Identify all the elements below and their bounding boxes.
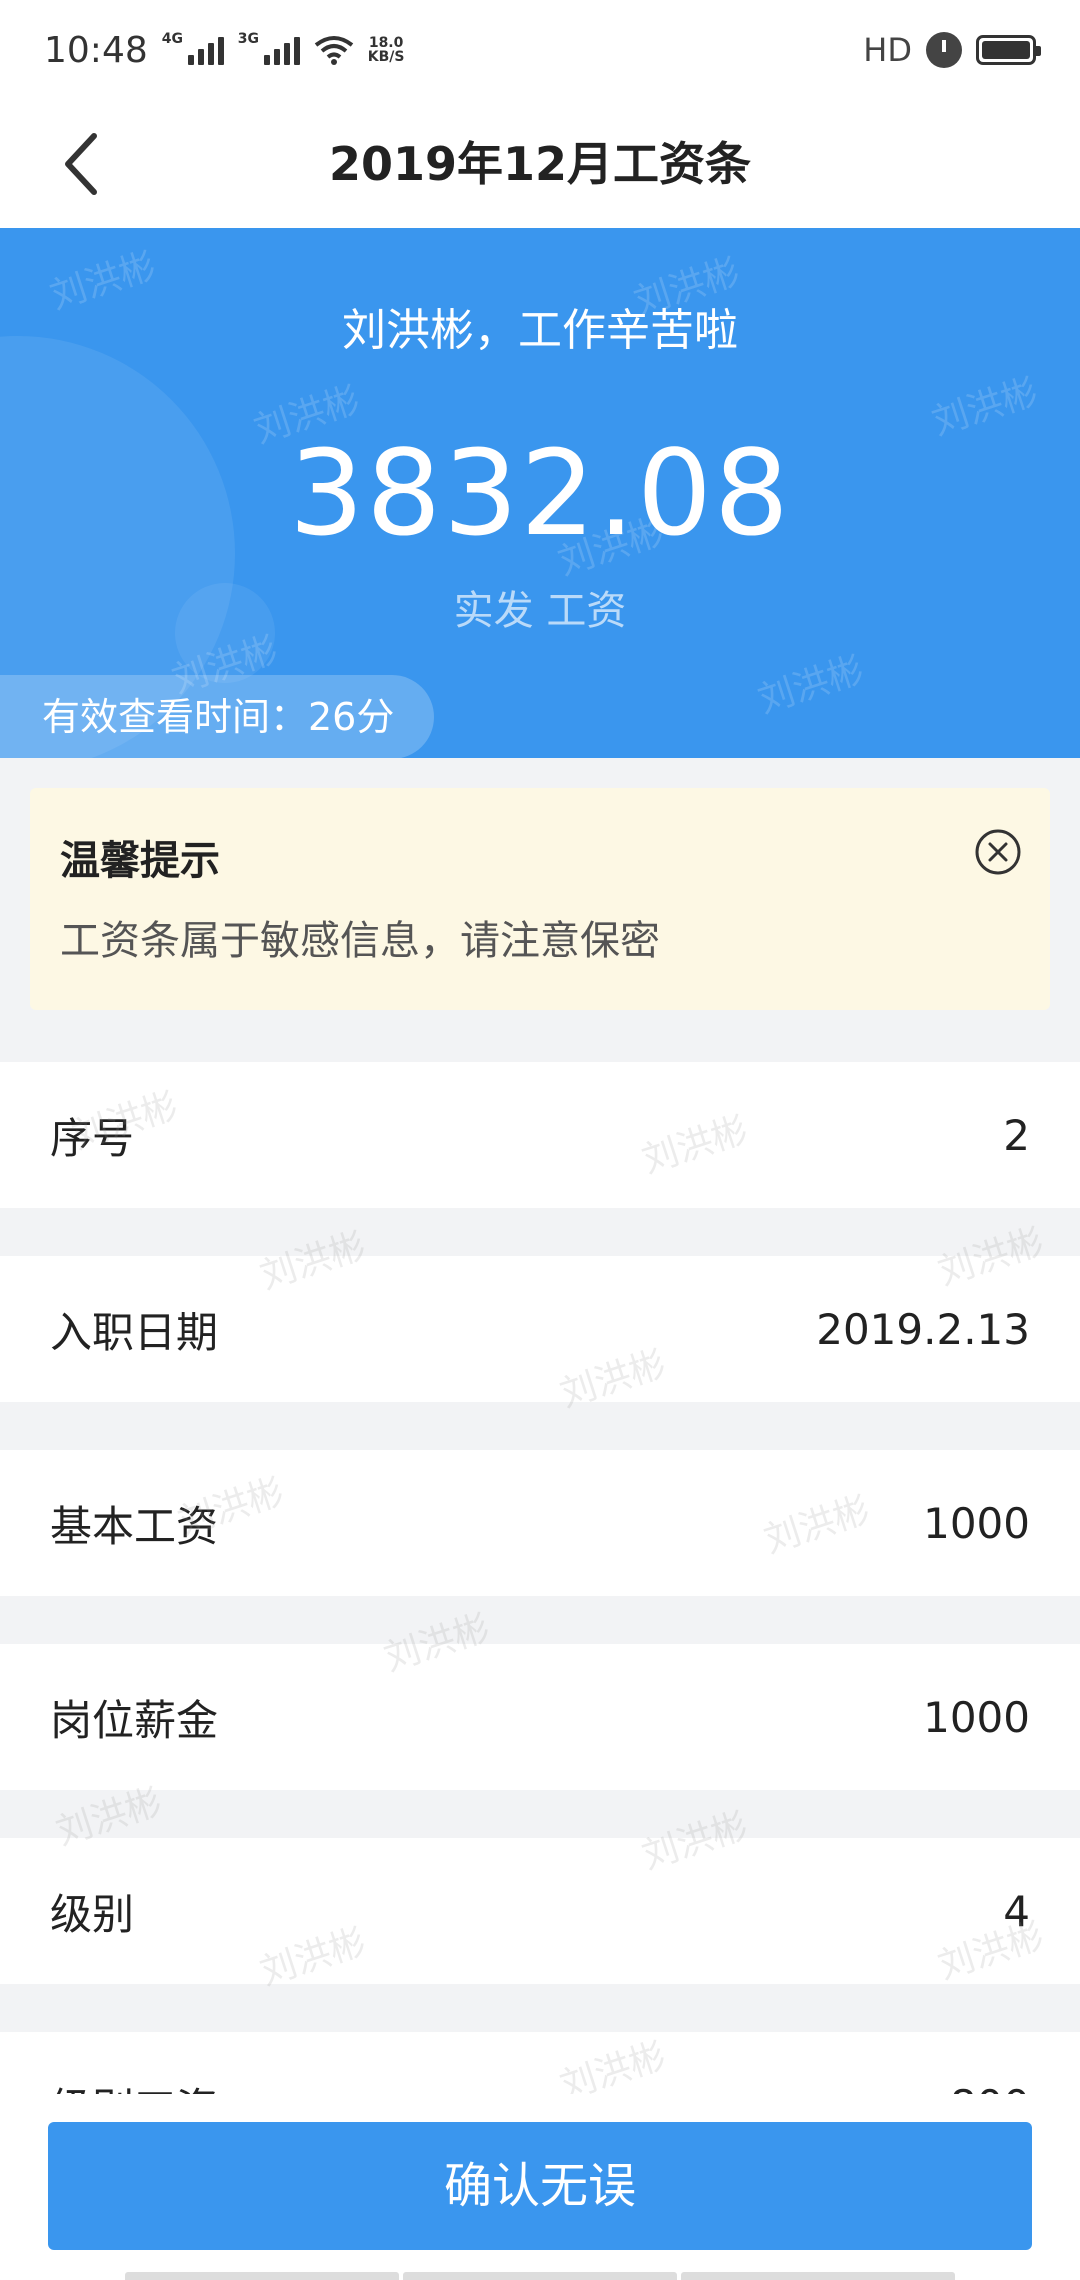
status-bar: 10:48 4G 3G 18.0 KB/S HD (0, 0, 1080, 100)
valid-time-badge: 有效查看时间：26分 (0, 675, 434, 758)
item-label: 级别 (50, 1889, 135, 1939)
chevron-left-icon (65, 133, 97, 195)
salary-slip-page: 10:48 4G 3G 18.0 KB/S HD 2019年12月工资条 刘洪彬… (0, 0, 1080, 2280)
hd-indicator: HD (863, 31, 912, 69)
net-salary-amount: 3832.08 (289, 424, 791, 562)
list-item: 入职日期 2019.2.13 (0, 1256, 1080, 1402)
network-type-2: 3G (237, 31, 259, 47)
wifi-icon (314, 36, 353, 65)
net-salary-label: 实发 工资 (453, 588, 627, 634)
list-item: 序号 2 (0, 1062, 1080, 1208)
confirm-button[interactable]: 确认无误 (48, 2122, 1032, 2250)
item-value: 2 (1003, 1110, 1030, 1160)
nav-bar: 2019年12月工资条 (0, 100, 1080, 228)
notice-card: 温馨提示 工资条属于敏感信息，请注意保密 (30, 788, 1050, 1010)
list-item: 基本工资 1000 (0, 1450, 1080, 1596)
network-type-1: 4G (161, 31, 183, 47)
watermark: 刘洪彬 (753, 649, 869, 722)
item-value: 1000 (923, 1692, 1030, 1742)
greeting-text: 刘洪彬，工作辛苦啦 (342, 305, 738, 356)
speed-unit: KB/S (367, 49, 405, 65)
back-button[interactable] (40, 124, 120, 204)
signal-icon: 4G (162, 31, 224, 65)
item-label: 岗位薪金 (50, 1695, 219, 1745)
page-title: 2019年12月工资条 (328, 137, 752, 191)
bottom-action-bar: 确认无误 (0, 2094, 1080, 2280)
close-circle-icon[interactable] (974, 828, 1022, 876)
salary-hero: 刘洪彬 刘洪彬 刘洪彬 刘洪彬 刘洪彬 刘洪彬 刘洪彬 刘洪彬，工作辛苦啦 38… (0, 228, 1080, 758)
alarm-icon (926, 32, 962, 68)
notice-title: 温馨提示 (60, 838, 220, 884)
item-label: 入职日期 (50, 1307, 219, 1357)
notice-text: 工资条属于敏感信息，请注意保密 (60, 918, 660, 964)
salary-detail-list: 序号 2 入职日期 2019.2.13 基本工资 1000 岗位薪金 1000 … (0, 1062, 1080, 2226)
tab-handles (125, 2272, 955, 2280)
item-value: 2019.2.13 (816, 1304, 1030, 1354)
item-value: 1000 (923, 1498, 1030, 1548)
status-time: 10:48 (44, 29, 148, 71)
list-item: 级别 4 (0, 1838, 1080, 1984)
item-label: 基本工资 (50, 1501, 219, 1551)
item-label: 序号 (50, 1113, 135, 1163)
battery-icon (976, 35, 1041, 65)
item-value: 4 (1003, 1886, 1030, 1936)
list-item: 岗位薪金 1000 (0, 1644, 1080, 1790)
network-speed: 18.0 KB/S (368, 36, 405, 64)
signal-icon: 3G (238, 31, 300, 65)
